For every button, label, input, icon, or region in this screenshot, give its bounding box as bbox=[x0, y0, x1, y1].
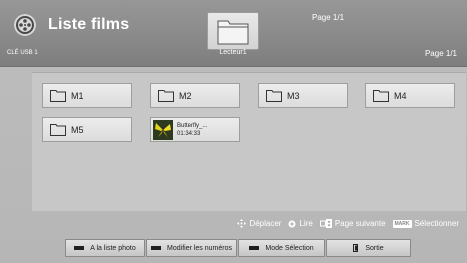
file-duration: 01:34:33 bbox=[177, 131, 201, 137]
folder-icon bbox=[217, 20, 249, 45]
folder-label: M2 bbox=[179, 91, 192, 101]
hint-move: Déplacer bbox=[237, 219, 281, 228]
hint-select: MARK Sélectionner bbox=[392, 219, 459, 228]
select-mode-button[interactable]: Mode Sélection bbox=[238, 239, 325, 257]
exit-label: Sortie bbox=[365, 244, 384, 252]
edit-numbers-label: Modifier les numéros bbox=[167, 244, 232, 252]
folder-tile-m2[interactable]: M2 bbox=[150, 83, 240, 108]
folder-tile-m5[interactable]: M5 bbox=[42, 117, 132, 142]
folder-icon bbox=[373, 90, 389, 102]
photo-list-button[interactable]: A la liste photo bbox=[65, 239, 145, 257]
ok-button-icon bbox=[288, 220, 296, 227]
photo-list-label: A la liste photo bbox=[90, 244, 136, 252]
folder-label: M1 bbox=[71, 91, 84, 101]
page-indicator-top: Page 1/1 bbox=[312, 13, 345, 22]
folder-icon bbox=[158, 90, 174, 102]
page-up-down-icon bbox=[319, 219, 332, 228]
file-name: Butterfly_... bbox=[177, 123, 208, 129]
folder-icon bbox=[50, 124, 66, 136]
hint-next-page: Page suivante bbox=[319, 219, 386, 228]
edit-numbers-button[interactable]: Modifier les numéros bbox=[146, 239, 237, 257]
video-thumbnail bbox=[153, 120, 173, 140]
film-reel-icon bbox=[14, 14, 36, 36]
hint-next-page-label: Page suivante bbox=[334, 219, 386, 228]
folder-icon bbox=[266, 90, 282, 102]
hint-move-label: Déplacer bbox=[249, 219, 282, 228]
movie-list-screen: Liste films CLÉ USB 1 Lecteur1 Page 1/1 … bbox=[0, 0, 467, 263]
color-key-icon bbox=[74, 246, 85, 250]
folder-label: M5 bbox=[71, 125, 84, 135]
exit-icon bbox=[353, 244, 359, 252]
select-mode-label: Mode Sélection bbox=[265, 244, 314, 252]
video-file-tile[interactable]: Butterfly_... 01:34:33 bbox=[150, 117, 240, 142]
hint-play: Lire bbox=[288, 219, 313, 228]
butterfly-thumbnail-icon bbox=[153, 120, 173, 140]
hint-bar: Déplacer Lire Page suivante MARK Sélecti… bbox=[237, 219, 459, 228]
folder-tile-m4[interactable]: M4 bbox=[365, 83, 455, 108]
folder-tile-m1[interactable]: M1 bbox=[42, 83, 132, 108]
source-label: CLÉ USB 1 bbox=[7, 50, 38, 56]
file-grid: M1 M2 M3 M4 M5 Butterfly_... 01:34:33 bbox=[32, 72, 466, 211]
drive-label: Lecteur1 bbox=[219, 49, 247, 56]
page-title: Liste films bbox=[48, 16, 130, 33]
mark-key-chip: MARK bbox=[392, 219, 412, 228]
header-bar: Liste films CLÉ USB 1 Lecteur1 Page 1/1 … bbox=[0, 0, 467, 67]
exit-button[interactable]: Sortie bbox=[326, 239, 411, 257]
folder-label: M3 bbox=[287, 91, 300, 101]
color-key-icon bbox=[151, 246, 162, 250]
folder-label: M4 bbox=[394, 91, 407, 101]
dpad-icon bbox=[237, 219, 247, 228]
hint-play-label: Lire bbox=[299, 219, 313, 228]
page-indicator: Page 1/1 bbox=[424, 49, 457, 58]
hint-select-label: Sélectionner bbox=[414, 219, 459, 228]
color-key-icon bbox=[249, 246, 260, 250]
folder-icon bbox=[50, 90, 66, 102]
drive-button[interactable] bbox=[207, 12, 259, 50]
bottom-button-bar: A la liste photo Modifier les numéros Mo… bbox=[65, 239, 411, 257]
folder-tile-m3[interactable]: M3 bbox=[258, 83, 348, 108]
